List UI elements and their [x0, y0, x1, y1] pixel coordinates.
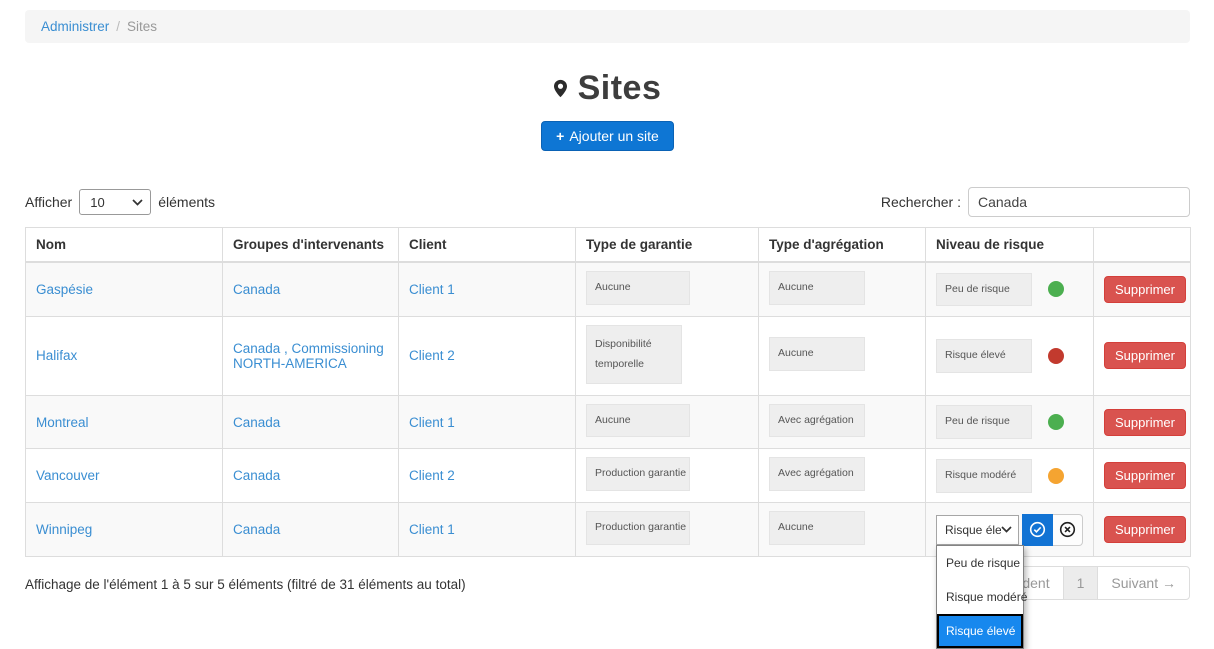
client-link[interactable]: Client 1 — [409, 415, 455, 430]
risk-select-value: Risque élevé — [945, 523, 1001, 537]
pagination-page-1[interactable]: 1 — [1063, 567, 1099, 599]
guarantee-value: Disponibilité temporelle — [586, 325, 682, 384]
delete-button[interactable]: Supprimer — [1104, 462, 1186, 489]
risk-value: Peu de risque — [936, 405, 1032, 439]
title-row: Sites — [25, 69, 1190, 108]
plus-icon: + — [556, 128, 564, 144]
table-row: Vancouver Canada Client 2 Production gar… — [26, 449, 1191, 503]
group-link[interactable]: Canada — [233, 522, 280, 537]
check-circle-icon — [1029, 521, 1046, 538]
risk-dot — [1048, 348, 1064, 364]
guarantee-value: Production garantie — [586, 511, 690, 545]
guarantee-value: Production garantie — [586, 457, 690, 491]
breadcrumb-link-administrer[interactable]: Administrer — [41, 19, 109, 34]
confirm-risk-button[interactable] — [1022, 514, 1053, 546]
header-actions — [1094, 228, 1191, 263]
search-input[interactable] — [968, 187, 1190, 217]
risk-value: Risque élevé — [936, 339, 1032, 373]
header-client[interactable]: Client — [399, 228, 576, 263]
header-type-agregation[interactable]: Type d'agrégation — [759, 228, 926, 263]
client-link[interactable]: Client 2 — [409, 468, 455, 483]
breadcrumb: Administrer / Sites — [25, 10, 1190, 43]
length-suffix-label: éléments — [158, 194, 215, 210]
length-value: 10 — [90, 195, 104, 210]
table-info: Affichage de l'élément 1 à 5 sur 5 éléme… — [25, 577, 466, 592]
add-row: +Ajouter un site — [25, 121, 1190, 151]
breadcrumb-separator: / — [116, 19, 120, 34]
search-label: Rechercher : — [881, 194, 961, 210]
x-circle-icon — [1059, 521, 1076, 538]
page-title: Sites — [578, 69, 662, 108]
table-header-row: Nom Groupes d'intervenants Client Type d… — [26, 228, 1191, 263]
delete-button[interactable]: Supprimer — [1104, 276, 1186, 303]
page: Administrer / Sites Sites +Ajouter un site… — [0, 0, 1214, 600]
header-type-garantie[interactable]: Type de garantie — [576, 228, 759, 263]
table-row: Gaspésie Canada Client 1 Aucune Aucune P… — [26, 262, 1191, 316]
site-link[interactable]: Vancouver — [36, 468, 100, 483]
delete-button[interactable]: Supprimer — [1104, 516, 1186, 543]
delete-button[interactable]: Supprimer — [1104, 409, 1186, 436]
table-controls: Afficher 10 éléments Rechercher : — [25, 187, 1190, 217]
page-length-group: Afficher 10 éléments — [25, 189, 215, 215]
table-row: Montreal Canada Client 1 Aucune Avec agr… — [26, 395, 1191, 449]
group-link[interactable]: Canada — [233, 282, 280, 297]
add-site-button[interactable]: +Ajouter un site — [541, 121, 674, 151]
breadcrumb-current: Sites — [127, 19, 157, 34]
dropdown-option-risque-modere[interactable]: Risque modéré — [937, 580, 1023, 614]
aggregation-value: Aucune — [769, 511, 865, 545]
dropdown-option-risque-eleve[interactable]: Risque élevé — [937, 614, 1023, 648]
pagination-next[interactable]: Suivant → — [1098, 567, 1189, 599]
group-link[interactable]: Canada , Commissioning NORTH-AMERICA — [233, 341, 384, 371]
sites-table: Nom Groupes d'intervenants Client Type d… — [25, 227, 1191, 557]
group-link[interactable]: Canada — [233, 468, 280, 483]
risk-dot — [1048, 281, 1064, 297]
aggregation-value: Aucune — [769, 271, 865, 305]
table-row: Halifax Canada , Commissioning NORTH-AME… — [26, 316, 1191, 395]
guarantee-value: Aucune — [586, 271, 690, 305]
site-link[interactable]: Winnipeg — [36, 522, 92, 537]
client-link[interactable]: Client 2 — [409, 348, 455, 363]
chevron-down-icon — [1001, 526, 1012, 533]
site-link[interactable]: Halifax — [36, 348, 77, 363]
site-link[interactable]: Montreal — [36, 415, 89, 430]
cancel-risk-button[interactable] — [1053, 514, 1083, 546]
risk-value: Risque modéré — [936, 459, 1032, 493]
guarantee-value: Aucune — [586, 404, 690, 438]
chevron-down-icon — [132, 199, 143, 206]
dropdown-option-peu-de-risque[interactable]: Peu de risque — [937, 546, 1023, 580]
group-link[interactable]: Canada — [233, 415, 280, 430]
aggregation-value: Avec agrégation — [769, 404, 865, 438]
length-prefix-label: Afficher — [25, 194, 72, 210]
client-link[interactable]: Client 1 — [409, 522, 455, 537]
risk-dropdown-panel: Peu de risque Risque modéré Risque élevé — [936, 545, 1024, 649]
header-nom[interactable]: Nom — [26, 228, 223, 263]
search-group: Rechercher : — [881, 187, 1190, 217]
site-link[interactable]: Gaspésie — [36, 282, 93, 297]
header-groupes[interactable]: Groupes d'intervenants — [223, 228, 399, 263]
risk-value: Peu de risque — [936, 273, 1032, 307]
delete-button[interactable]: Supprimer — [1104, 342, 1186, 369]
risk-dot — [1048, 414, 1064, 430]
aggregation-value: Avec agrégation — [769, 457, 865, 491]
risk-select[interactable]: Risque élevé — [936, 515, 1019, 545]
table-row: Winnipeg Canada Client 1 Production gara… — [26, 503, 1191, 557]
header-niveau-risque[interactable]: Niveau de risque — [926, 228, 1094, 263]
client-link[interactable]: Client 1 — [409, 282, 455, 297]
risk-dot — [1048, 468, 1064, 484]
aggregation-value: Aucune — [769, 337, 865, 371]
page-length-select[interactable]: 10 — [79, 189, 151, 215]
risk-editor: Risque élevé Peu de risque Risque modéré — [936, 514, 1083, 546]
map-pin-icon — [554, 79, 567, 98]
